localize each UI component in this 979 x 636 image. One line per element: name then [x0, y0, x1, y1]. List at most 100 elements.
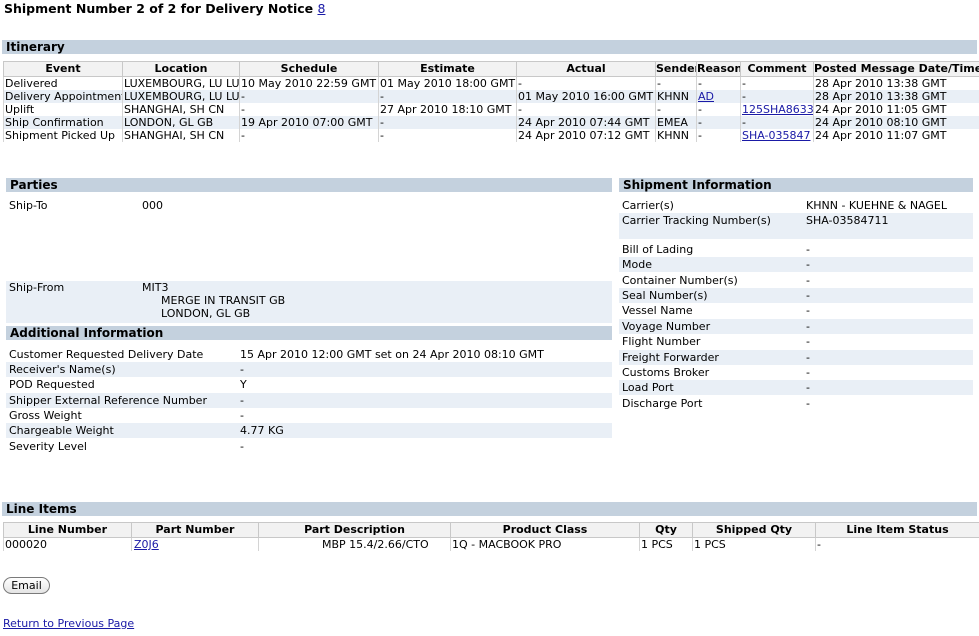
part-number-link[interactable]: Z0J6	[134, 538, 159, 551]
col-location[interactable]: Location	[122, 61, 240, 77]
comment-link[interactable]: 125SHA8633	[742, 103, 814, 116]
customs-broker-value: -	[806, 366, 810, 379]
flight-number-row: Flight Number -	[619, 334, 973, 349]
shipper-reference-row: Shipper External Reference Number -	[6, 393, 612, 408]
load-port-label: Load Port	[622, 381, 674, 394]
col-posted[interactable]: Posted Message Date/Time	[813, 61, 979, 77]
bill-of-lading-row: Bill of Lading -	[619, 242, 973, 257]
posted-cell: 24 Apr 2010 11:05 GMT	[813, 103, 979, 116]
requested-delivery-date-row: Customer Requested Delivery Date 15 Apr …	[6, 347, 612, 362]
bill-of-lading-value: -	[806, 243, 810, 256]
event-cell: Delivered	[3, 76, 123, 90]
bill-of-lading-label: Bill of Lading	[622, 243, 694, 256]
col-line-item-status[interactable]: Line Item Status	[815, 522, 979, 538]
location-cell: LUXEMBOURG, LU LU	[122, 76, 240, 90]
parties-section-header: Parties	[6, 178, 612, 192]
estimate-cell: -	[378, 129, 517, 142]
ship-from-label: Ship-From	[9, 281, 65, 294]
shipment-info-section-header: Shipment Information	[619, 178, 973, 192]
customs-broker-label: Customs Broker	[622, 366, 710, 379]
discharge-port-value: -	[806, 397, 810, 410]
sender-cell: KHNN	[655, 129, 697, 142]
severity-level-label: Severity Level	[9, 440, 87, 453]
comment-cell: -	[740, 116, 814, 129]
col-event[interactable]: Event	[3, 61, 123, 77]
schedule-cell: -	[239, 90, 379, 103]
actual-cell: 24 Apr 2010 07:12 GMT	[516, 129, 656, 142]
vessel-name-row: Vessel Name -	[619, 303, 973, 318]
table-row: Uplift SHANGHAI, SH CN - 27 Apr 2010 18:…	[3, 103, 979, 116]
col-line-number[interactable]: Line Number	[3, 522, 132, 538]
col-shipped-qty[interactable]: Shipped Qty	[692, 522, 816, 538]
freight-forwarder-row: Freight Forwarder -	[619, 350, 973, 365]
actual-cell: -	[516, 103, 656, 116]
comment-cell: 125SHA8633	[740, 103, 814, 116]
comment-cell: SHA-035847	[740, 129, 814, 142]
receiver-name-row: Receiver's Name(s) -	[6, 362, 612, 377]
event-cell: Uplift	[3, 103, 123, 116]
line-items-section-header: Line Items	[2, 502, 977, 516]
qty-cell: 1 PCS	[639, 537, 693, 551]
col-part-description[interactable]: Part Description	[258, 522, 451, 538]
freight-forwarder-value: -	[806, 351, 810, 364]
location-cell: SHANGHAI, SH CN	[122, 129, 240, 142]
line-item-status-cell: -	[815, 537, 979, 551]
event-cell: Shipment Picked Up	[3, 129, 123, 142]
col-schedule[interactable]: Schedule	[239, 61, 379, 77]
schedule-cell: -	[239, 103, 379, 116]
gross-weight-value: -	[240, 409, 244, 422]
sender-cell: KHNN	[655, 90, 697, 103]
flight-number-value: -	[806, 335, 810, 348]
comment-link[interactable]: SHA-035847	[742, 129, 811, 142]
freight-forwarder-label: Freight Forwarder	[622, 351, 719, 364]
actual-cell: 24 Apr 2010 07:44 GMT	[516, 116, 656, 129]
carrier-label: Carrier(s)	[622, 199, 674, 212]
email-button[interactable]: Email	[3, 577, 50, 594]
table-row: Shipment Picked Up SHANGHAI, SH CN - - 2…	[3, 129, 979, 142]
voyage-number-row: Voyage Number -	[619, 319, 973, 334]
location-cell: LONDON, GL GB	[122, 116, 240, 129]
posted-cell: 24 Apr 2010 08:10 GMT	[813, 116, 979, 129]
table-row: Ship Confirmation LONDON, GL GB 19 Apr 2…	[3, 116, 979, 129]
col-product-class[interactable]: Product Class	[450, 522, 640, 538]
pod-requested-value: Y	[240, 378, 247, 391]
location-cell: SHANGHAI, SH CN	[122, 103, 240, 116]
ship-to-label: Ship-To	[9, 199, 48, 212]
shipped-qty-cell: 1 PCS	[692, 537, 816, 551]
line-number-cell: 000020	[3, 537, 132, 551]
delivery-notice-link[interactable]: 8	[317, 1, 325, 16]
voyage-number-value: -	[806, 320, 810, 333]
part-description-cell: MBP 15.4/2.66/CTO	[258, 537, 451, 551]
voyage-number-label: Voyage Number	[622, 320, 711, 333]
seal-number-label: Seal Number(s)	[622, 289, 708, 302]
col-sender[interactable]: Sender	[655, 61, 697, 77]
col-reason[interactable]: Reason	[696, 61, 741, 77]
reason-link[interactable]: AD	[698, 90, 714, 103]
posted-cell: 28 Apr 2010 13:38 GMT	[813, 76, 979, 90]
chargeable-weight-row: Chargeable Weight 4.77 KG	[6, 423, 612, 438]
reason-cell: -	[696, 116, 741, 129]
page-title: Shipment Number 2 of 2 for Delivery Noti…	[4, 1, 325, 16]
receiver-name-value: -	[240, 363, 244, 376]
ship-to-row: Ship-To 000	[6, 198, 612, 213]
receiver-name-label: Receiver's Name(s)	[9, 363, 116, 376]
vessel-name-value: -	[806, 304, 810, 317]
seal-number-row: Seal Number(s) -	[619, 288, 973, 303]
line-items-table: Line Number Part Number Part Description…	[3, 522, 979, 551]
estimate-cell: -	[378, 90, 517, 103]
return-to-previous-page-link[interactable]: Return to Previous Page	[3, 617, 134, 630]
col-actual[interactable]: Actual	[516, 61, 656, 77]
chargeable-weight-label: Chargeable Weight	[9, 424, 114, 437]
discharge-port-label: Discharge Port	[622, 397, 703, 410]
load-port-row: Load Port -	[619, 380, 973, 395]
col-part-number[interactable]: Part Number	[131, 522, 259, 538]
part-number-cell: Z0J6	[131, 537, 259, 551]
col-estimate[interactable]: Estimate	[378, 61, 517, 77]
reason-cell: -	[696, 103, 741, 116]
pod-requested-label: POD Requested	[9, 378, 95, 391]
col-qty[interactable]: Qty	[639, 522, 693, 538]
col-comment[interactable]: Comment	[740, 61, 814, 77]
ship-from-address-line2: LONDON, GL GB	[161, 307, 251, 320]
page-title-text: Shipment Number 2 of 2 for Delivery Noti…	[4, 1, 314, 16]
container-number-label: Container Number(s)	[622, 274, 738, 287]
